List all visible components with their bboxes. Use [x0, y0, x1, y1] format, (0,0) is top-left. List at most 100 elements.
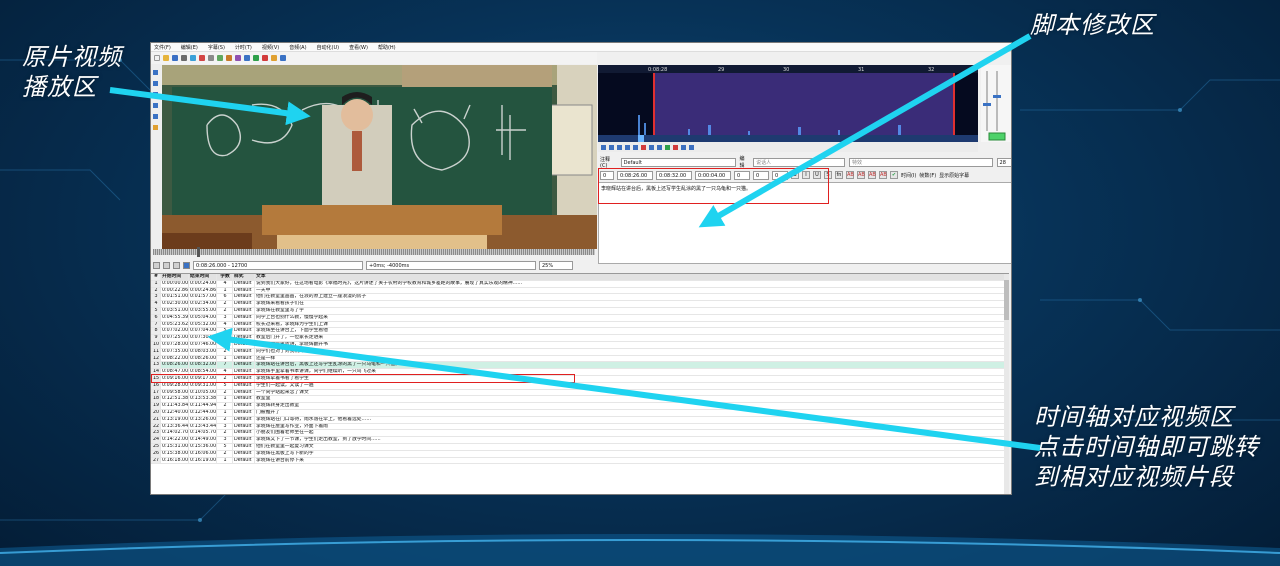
play-icon[interactable]	[153, 261, 160, 269]
table-row[interactable]: 20 0:12:40.00 0:12:44.00 1 Default 门被推开了	[151, 409, 1009, 417]
subtitle-grid[interactable]: # 开始时间 结束时间 字数 样式 文本 1 0:00:00.00 0:00:24.…	[151, 273, 1009, 494]
show-original-checkbox[interactable]: 显示原始字幕	[939, 172, 969, 179]
table-row[interactable]: 22 0:13:36.44 0:13:43.44 3 Default 李晓辉在屋里写作业，…	[151, 423, 1009, 431]
menu-item[interactable]: 帮助(H)	[378, 44, 396, 51]
commit-icon[interactable]	[665, 144, 670, 150]
menu-item[interactable]: 字幕(S)	[208, 44, 225, 51]
translation-icon[interactable]	[280, 55, 286, 61]
play-end-icon[interactable]	[633, 144, 638, 150]
help-icon[interactable]	[153, 125, 158, 130]
video-zoom-select[interactable]: 25%	[539, 260, 573, 270]
table-row[interactable]: 4 0:02:30.00 0:02:34.00 2 Default 李晓辉来看看孩子们在	[151, 301, 1009, 308]
play-line-icon[interactable]	[163, 261, 170, 269]
table-row[interactable]: 25 0:15:31.00 0:15:36.00 5 Default 他们在教室里一起复习…	[151, 443, 1009, 451]
font-button[interactable]: fn	[835, 171, 843, 179]
video-time-field[interactable]: 0:08:26.000 - 12700	[193, 260, 363, 270]
open-folder-icon[interactable]	[163, 55, 169, 61]
row-style: Default	[233, 416, 255, 423]
table-row[interactable]: 3 0:01:51.00 0:01:57.00 6 Default 他们在教室里画画，在浪…	[151, 294, 1009, 302]
menu-item[interactable]: 文件(F)	[154, 44, 171, 51]
table-row[interactable]: 2 0:00:22.86 0:00:24.86 1 Default 一天中	[151, 287, 1009, 295]
table-row[interactable]: 21 0:13:19.00 0:13:26.00 2 Default 李晓辉站在门口等待，…	[151, 416, 1009, 424]
table-row[interactable]: 7 0:05:23.62 0:05:32.00 4 Default 校长过来看，李晓辉为学…	[151, 321, 1009, 329]
table-row[interactable]: 27 0:16:18.00 0:16:19.00 1 Default 李晓辉在讲台前停下来	[151, 457, 1009, 465]
table-row[interactable]: 12 0:08:22.00 0:08:26.00 1 Default 还是一样	[151, 355, 1009, 363]
time-radio[interactable]: 时间(I)	[901, 172, 916, 179]
attachments-icon[interactable]	[235, 55, 241, 61]
table-row[interactable]: 18 0:12:51.38 0:13:53.38 1 Default 教室里	[151, 396, 1009, 404]
color4-button[interactable]: AB	[879, 171, 887, 179]
timing-icon[interactable]	[244, 55, 250, 61]
save-icon[interactable]	[172, 55, 178, 61]
row-start: 0:07:25.00	[162, 335, 189, 341]
spellcheck-icon[interactable]	[217, 55, 223, 61]
options-icon[interactable]	[262, 55, 268, 61]
actor-field[interactable]: 说话人	[753, 157, 845, 167]
menu-item[interactable]: 视频(V)	[262, 44, 279, 51]
header-cps: 字数	[217, 274, 233, 280]
scroll-thumb[interactable]	[1004, 280, 1009, 320]
table-row[interactable]: 19 0:11:43.84 0:11:44.94 2 Default 李晓辉转身走出教室	[151, 403, 1009, 410]
table-row[interactable]: 9 0:07:25.00 0:07:30.00 4 Default 教室后门开了，一位家长…	[151, 335, 1009, 342]
play-selection-icon[interactable]	[601, 144, 606, 150]
cursor-tool-icon[interactable]	[153, 70, 158, 75]
drag-tool-icon[interactable]	[153, 81, 158, 86]
audio-icon[interactable]	[199, 55, 205, 61]
row-end: 0:16:19.00	[190, 457, 217, 464]
color1-button[interactable]: AB	[846, 171, 854, 179]
lead-out-icon[interactable]	[657, 144, 662, 150]
video-player[interactable]	[162, 65, 597, 249]
table-row[interactable]: 13 0:08:26.00 0:08:32.00 7 Default 李晓辉站在讲台后，黑…	[151, 362, 1009, 370]
menu-item[interactable]: 查看(W)	[349, 44, 368, 51]
play-before-icon[interactable]	[609, 144, 614, 150]
autoscroll-icon[interactable]	[183, 261, 190, 269]
header-start: 开始时间	[161, 274, 189, 280]
audio-waveform[interactable]: 0:08:28 29 30 31 32	[598, 65, 978, 142]
scale-tool-icon[interactable]	[153, 103, 158, 108]
stop-icon[interactable]	[173, 261, 180, 269]
menu-item[interactable]: 音频(A)	[289, 44, 306, 51]
table-row[interactable]: 24 0:14:22.00 0:14:49.00 3 Default 李晓辉又下了一节课，…	[151, 437, 1009, 444]
comment-checkbox[interactable]: 注释(C)	[600, 156, 617, 169]
table-row[interactable]: 17 0:09:58.00 0:10:05.00 2 Default 一个同学站起来念了课…	[151, 389, 1009, 397]
table-row[interactable]: 26 0:15:38.00 0:16:06.00 2 Default 李晓辉在黑板上写下新…	[151, 450, 1009, 458]
frame-radio[interactable]: 帧数(F)	[919, 172, 936, 179]
play-start-icon[interactable]	[625, 144, 630, 150]
color2-button[interactable]: AB	[857, 171, 865, 179]
karaoke-icon[interactable]	[681, 144, 686, 150]
effect-field[interactable]: 特效	[849, 157, 993, 167]
table-row[interactable]: 5 0:03:51.00 0:03:55.00 2 Default 李晓辉在教室里写了字	[151, 307, 1009, 315]
play-after-icon[interactable]	[617, 144, 622, 150]
table-row[interactable]: 11 0:07:35.00 0:08:03.00 2 Default 同学们也对了对我们的…	[151, 348, 1009, 356]
table-row[interactable]: 10 0:07:28.00 0:07:46.00 5 Default 他们在教室里听讲，李…	[151, 341, 1009, 349]
style-select[interactable]: Default	[620, 157, 736, 167]
stop-audio-icon[interactable]	[641, 144, 646, 150]
grid-scrollbar[interactable]	[1004, 274, 1009, 494]
row-number: 27	[151, 457, 161, 464]
revert-icon[interactable]	[673, 144, 678, 150]
new-file-icon[interactable]	[154, 55, 160, 61]
video-offset-field[interactable]: +0ms; -4000ms	[366, 260, 536, 270]
video-seek-bar[interactable]	[153, 247, 595, 257]
table-row[interactable]: 23 0:14:02.70 0:14:05.70 2 Default 小朋友们围着老师坐在…	[151, 430, 1009, 438]
properties-icon[interactable]	[181, 55, 187, 61]
menu-item[interactable]: 编辑(E)	[181, 44, 198, 51]
lead-in-icon[interactable]	[649, 144, 654, 150]
table-row[interactable]: 8 0:07:02.00 0:07:04.00 5 Default 李晓辉坐在讲台上，下面…	[151, 328, 1009, 336]
table-row[interactable]: 16 0:09:28.00 0:09:31.00 5 Default 学生们一起读，又读了…	[151, 382, 1009, 390]
find-icon[interactable]	[208, 55, 214, 61]
commit-check-icon[interactable]: ✔	[890, 171, 898, 179]
automation-icon[interactable]	[253, 55, 259, 61]
kanji-timer-icon[interactable]	[271, 55, 277, 61]
video-icon[interactable]	[190, 55, 196, 61]
menu-item[interactable]: 计时(T)	[235, 44, 252, 51]
rotate-tool-icon[interactable]	[153, 92, 158, 97]
styles-icon[interactable]	[226, 55, 232, 61]
color3-button[interactable]: AB	[868, 171, 876, 179]
clip-tool-icon[interactable]	[153, 114, 158, 119]
seek-handle[interactable]	[197, 247, 200, 257]
spectrum-toggle-icon[interactable]	[689, 144, 694, 150]
table-row[interactable]: 6 0:04:55.39 0:05:04.00 3 Default 同学上台也别什么教，慢…	[151, 314, 1009, 322]
menu-item[interactable]: 自动化(U)	[317, 44, 340, 51]
table-row[interactable]: 1 0:00:00.00 0:00:24.00 4 Default 说到我们大家好，在这场…	[151, 280, 1009, 288]
